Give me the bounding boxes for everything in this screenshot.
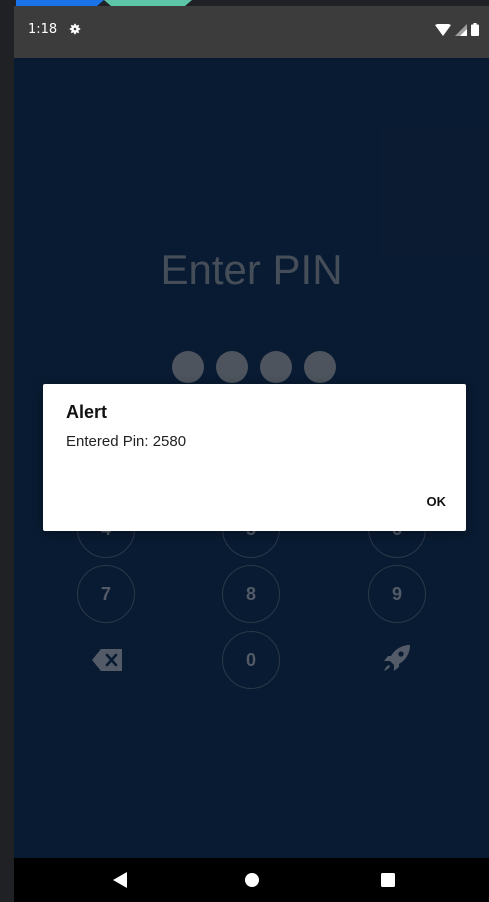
- alert-dialog: Alert Entered Pin: 2580 OK: [43, 384, 466, 531]
- back-button[interactable]: [110, 870, 130, 890]
- home-button[interactable]: [242, 870, 262, 890]
- navigation-bar: [14, 858, 489, 902]
- home-icon: [245, 873, 259, 887]
- gear-icon: [69, 23, 81, 35]
- status-bar: 1:18: [14, 6, 489, 58]
- battery-icon: [471, 23, 479, 36]
- back-icon: [113, 872, 127, 888]
- wifi-icon: [435, 24, 451, 36]
- status-time: 1:18: [28, 22, 58, 37]
- signal-icon: [455, 24, 467, 36]
- phone-screen: 1:18 Enter PIN 7 8 9 0 Alert Entered Pin…: [14, 6, 489, 902]
- dialog-title: Alert: [66, 402, 108, 422]
- ok-button[interactable]: OK: [427, 494, 447, 509]
- recents-button[interactable]: [378, 870, 398, 890]
- device-frame: 1:18 Enter PIN 7 8 9 0 Alert Entered Pin…: [0, 0, 489, 902]
- status-icons: [435, 23, 479, 36]
- dialog-message: Entered Pin: 2580: [66, 433, 187, 450]
- recents-icon: [381, 873, 395, 887]
